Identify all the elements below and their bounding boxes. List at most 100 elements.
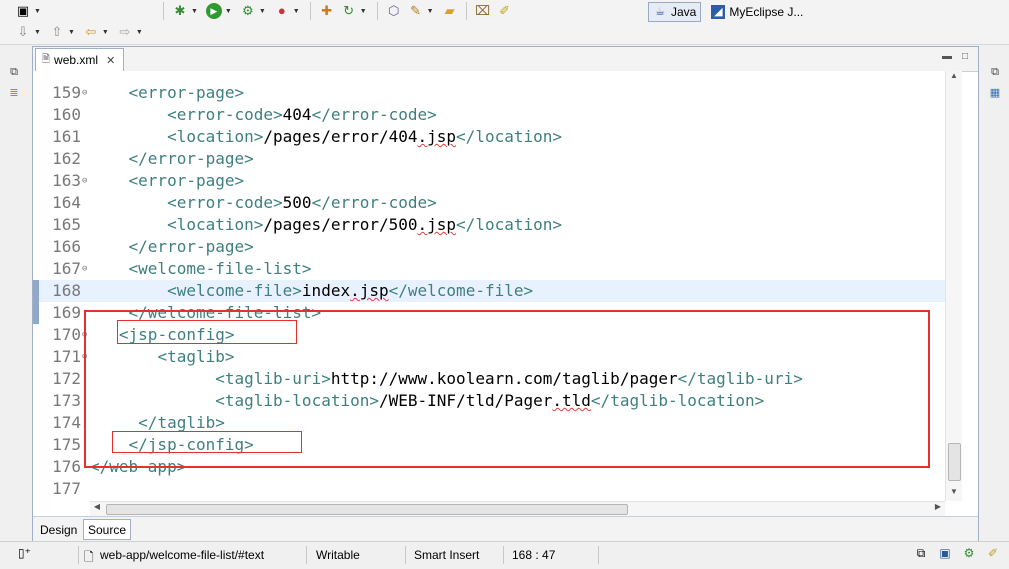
code-line[interactable]: 176 </web-app> — [33, 456, 945, 478]
next-annotation-icon[interactable]: ⇧ — [49, 24, 65, 40]
main-toolbar: ▣ ▼ ✱ ▼ ▶ ▼ ⚙ ▼ ● ▼ ✚ ↻ ▼ ⬡ ✎ ▼ ▰ ⌧ ✐ ⇩ ▼ ⇧ ▼ ⇦ ▼ … — [0, 0, 1009, 45]
editor-window-controls: ▬ □ — [932, 51, 968, 62]
code-text: <error-code>500</error-code> — [167, 193, 437, 212]
code-line[interactable]: 165 <location>/pages/error/500.jsp</loca… — [33, 214, 945, 236]
back-icon[interactable]: ⇦ — [83, 24, 99, 40]
tab-design[interactable]: Design — [35, 519, 82, 540]
chevron-down-icon[interactable]: ▼ — [427, 8, 434, 15]
fold-toggle-icon[interactable]: ⊖ — [82, 324, 87, 346]
code-text: <welcome-file>index.jsp</welcome-file> — [167, 281, 534, 300]
code-line[interactable]: 172 <taglib-uri>http://www.koolearn.com/… — [33, 368, 945, 390]
line-number: 161 — [52, 127, 81, 146]
chevron-down-icon[interactable]: ▼ — [225, 8, 232, 15]
new-file-icon[interactable]: ▣ — [15, 3, 31, 19]
forward-icon[interactable]: ⇨ — [117, 24, 133, 40]
code-line[interactable]: 175 </jsp-config> — [33, 434, 945, 456]
perspective-myeclipse[interactable]: ◢ MyEclipse J... — [707, 3, 807, 21]
code-line[interactable]: 174 </taglib> — [33, 412, 945, 434]
editor-tab-web-xml[interactable]: 🗎 web.xml ✕ — [35, 48, 125, 71]
toolbar-separator — [376, 2, 378, 20]
status-insert-mode: Smart Insert — [414, 548, 480, 562]
code-line[interactable]: 160 <error-code>404</error-code> — [33, 104, 945, 126]
chevron-down-icon[interactable]: ▼ — [191, 8, 198, 15]
status-separator — [405, 546, 406, 564]
status-path: web-app/welcome-file-list/#text — [100, 548, 265, 562]
run-icon[interactable]: ▶ — [205, 3, 222, 19]
chevron-down-icon[interactable]: ▼ — [259, 8, 266, 15]
left-trim: ⧉ ≣ — [0, 46, 28, 541]
code-line[interactable]: 173 <taglib-location>/WEB-INF/tld/Pager.… — [33, 390, 945, 412]
line-number: 166 — [52, 237, 81, 256]
scroll-up-icon[interactable]: ▲ — [946, 71, 962, 85]
scroll-left-icon[interactable]: ◀ — [90, 502, 104, 516]
chevron-down-icon[interactable]: ▼ — [102, 29, 109, 36]
code-line[interactable]: 167 ⊖ <welcome-file-list> — [33, 258, 945, 280]
line-number: 172 — [52, 369, 81, 388]
status-separator — [598, 546, 599, 564]
code-line[interactable]: 168 <welcome-file>index.jsp</welcome-fil… — [33, 280, 945, 302]
status-tray: ⧉ ▣ ⚙ ✐ — [905, 546, 1001, 562]
code-line[interactable]: 162 </error-page> — [33, 148, 945, 170]
run-server-icon[interactable]: ⚙ — [240, 3, 256, 19]
console-icon[interactable]: ▣ — [937, 546, 953, 562]
scroll-down-icon[interactable]: ▼ — [946, 487, 962, 501]
close-icon[interactable]: ✕ — [106, 54, 115, 67]
fast-view-icon[interactable]: ▯⁺ — [18, 546, 31, 560]
open-folder-icon[interactable]: ▰ — [442, 3, 458, 19]
debug-icon[interactable]: ✱ — [172, 3, 188, 19]
code-line[interactable]: 170 ⊖ <jsp-config> — [33, 324, 945, 346]
code-line[interactable]: 169 </welcome-file-list> — [33, 302, 945, 324]
maximize-icon[interactable]: □ — [962, 51, 968, 62]
code-area[interactable]: </servlet-mapping>159⊖ <error-page>160 <… — [33, 71, 945, 501]
line-number: 175 — [52, 435, 81, 454]
fold-toggle-icon[interactable]: ⊖ — [82, 170, 87, 192]
code-line[interactable]: </servlet-mapping> — [33, 71, 945, 82]
tab-source[interactable]: Source — [83, 519, 132, 540]
refresh-icon[interactable]: ↻ — [341, 3, 357, 19]
bookmark-icon[interactable]: ⌧ — [475, 3, 491, 19]
code-line[interactable]: 163 ⊖ <error-page> — [33, 170, 945, 192]
chevron-down-icon[interactable]: ▼ — [68, 29, 75, 36]
line-number: 167 — [52, 259, 81, 278]
code-line[interactable]: 171 ⊖ <taglib> — [33, 346, 945, 368]
fold-toggle-icon[interactable]: ⊖ — [82, 258, 87, 280]
open-type-icon[interactable]: ⬡ — [386, 3, 402, 19]
code-line[interactable]: 166 </error-page> — [33, 236, 945, 258]
line-number: 168 — [52, 281, 81, 300]
restore-icon[interactable]: ⧉ — [987, 66, 1003, 80]
code-text: <welcome-file-list> — [128, 259, 312, 278]
code-line[interactable]: 159 ⊖ <error-page> — [33, 82, 945, 104]
fold-toggle-icon[interactable]: ⊖ — [82, 82, 87, 104]
new-project-icon[interactable]: ✚ — [319, 3, 335, 19]
hierarchy-icon[interactable]: ≣ — [6, 86, 22, 100]
vertical-scroll-thumb[interactable] — [948, 443, 961, 481]
code-line[interactable]: 161 <location>/pages/error/404.jsp</loca… — [33, 126, 945, 148]
fold-toggle-icon[interactable]: ⊖ — [82, 346, 87, 368]
chevron-down-icon[interactable]: ▼ — [293, 8, 300, 15]
toolbar-row-2: ⇩ ▼ ⇧ ▼ ⇦ ▼ ⇨ ▼ — [12, 21, 148, 43]
horizontal-scrollbar[interactable]: ◀ ▶ — [90, 501, 945, 516]
line-number: 173 — [52, 391, 81, 410]
search-icon[interactable]: ✎ — [408, 3, 424, 19]
servers-icon[interactable]: ⚙ — [961, 546, 977, 562]
pen-icon[interactable]: ✐ — [497, 3, 513, 19]
chevron-down-icon[interactable]: ▼ — [34, 29, 41, 36]
chevron-down-icon[interactable]: ▼ — [136, 29, 143, 36]
xml-file-icon: 🗎 — [42, 53, 51, 65]
horizontal-scroll-thumb[interactable] — [106, 504, 628, 515]
stop-server-icon[interactable]: ● — [274, 3, 290, 19]
perspective-java[interactable]: ☕ Java — [648, 2, 702, 22]
restore-icon[interactable]: ⧉ — [6, 66, 22, 80]
code-line[interactable]: 177 — [33, 478, 945, 500]
chevron-down-icon[interactable]: ▼ — [34, 8, 41, 15]
vertical-scrollbar[interactable]: ▲ ▼ — [945, 71, 962, 501]
restore-icon[interactable]: ⧉ — [913, 546, 929, 562]
code-line[interactable]: 164 <error-code>500</error-code> — [33, 192, 945, 214]
outline-icon[interactable]: ▦ — [987, 86, 1003, 100]
code-text: <taglib-location>/WEB-INF/tld/Pager.tld<… — [215, 391, 765, 410]
scroll-right-icon[interactable]: ▶ — [931, 502, 945, 516]
chevron-down-icon[interactable]: ▼ — [360, 8, 367, 15]
deploy-icon[interactable]: ✐ — [985, 546, 1001, 562]
annotation-icon[interactable]: ⇩ — [15, 24, 31, 40]
minimize-icon[interactable]: ▬ — [942, 51, 952, 62]
